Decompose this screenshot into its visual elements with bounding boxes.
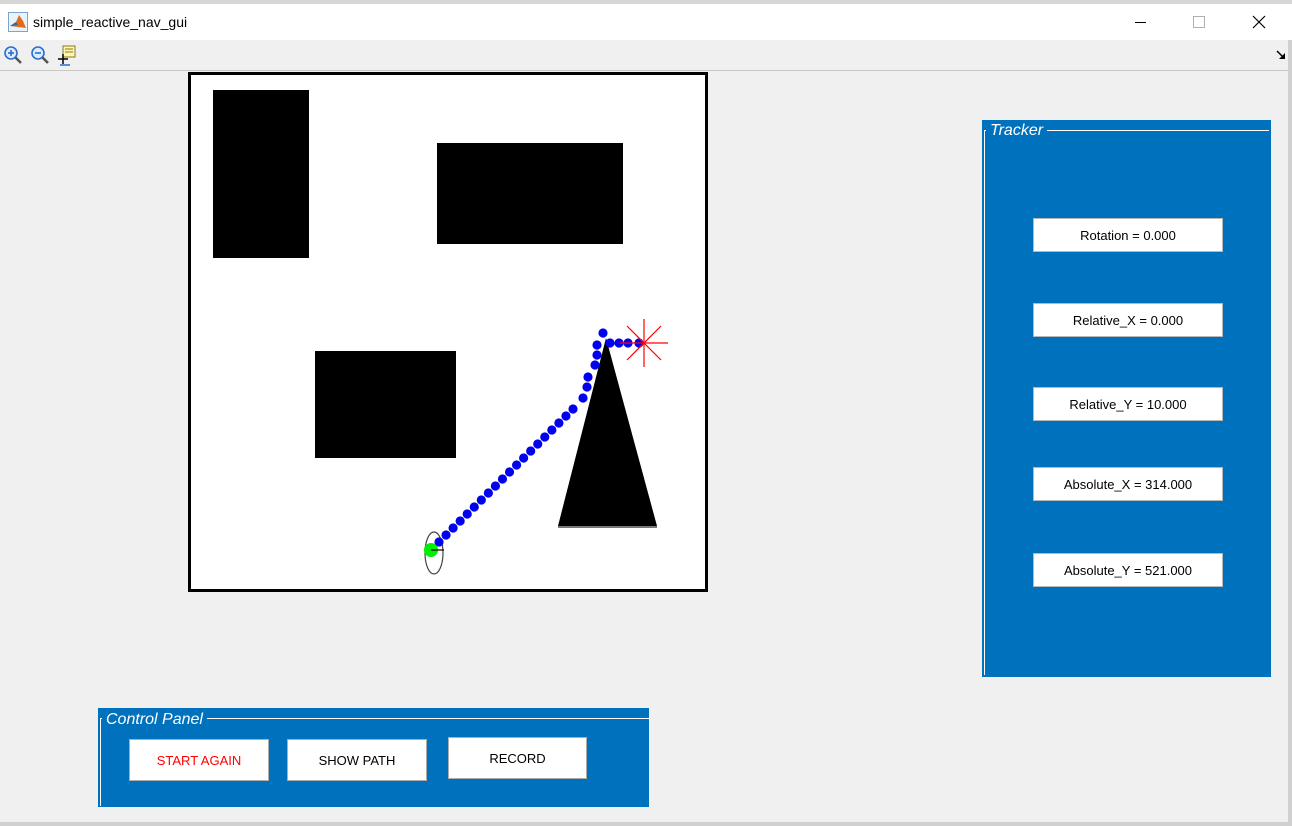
goal-marker	[620, 319, 668, 367]
dock-arrow-icon[interactable]	[1276, 50, 1286, 60]
close-button[interactable]	[1230, 4, 1288, 40]
start-again-button[interactable]: START AGAIN	[129, 739, 269, 781]
window-bottom-edge	[0, 822, 1292, 826]
close-icon	[1252, 15, 1266, 29]
path-point	[441, 530, 451, 540]
path-point	[561, 411, 571, 421]
path-point	[511, 460, 522, 470]
path-point	[598, 328, 608, 338]
path-point	[583, 372, 593, 382]
maximize-icon	[1193, 16, 1205, 28]
path-point	[582, 382, 592, 392]
window-right-edge	[1288, 40, 1292, 826]
path-point	[455, 516, 465, 526]
map-axes[interactable]	[188, 72, 708, 592]
show-path-button[interactable]: SHOW PATH	[287, 739, 427, 781]
matlab-app-icon	[8, 12, 28, 32]
window-title: simple_reactive_nav_gui	[33, 14, 188, 30]
path-point	[526, 446, 536, 456]
path-point	[578, 393, 588, 403]
zoom-in-icon[interactable]	[2, 44, 24, 66]
path-point	[590, 360, 600, 370]
path-point	[483, 488, 493, 498]
obstacle-rectangle-3	[315, 351, 456, 458]
figure-toolbar	[0, 40, 1292, 71]
path-point	[540, 432, 550, 442]
path-point	[476, 495, 486, 505]
obstacle-rectangle-1	[213, 90, 309, 258]
tracker-panel-title: Tracker	[986, 122, 1048, 140]
path-point	[497, 474, 508, 484]
path-point	[592, 340, 602, 350]
data-cursor-icon[interactable]	[56, 44, 78, 66]
path-point	[462, 509, 472, 519]
path-point	[519, 453, 529, 463]
title-bar: simple_reactive_nav_gui	[0, 4, 1292, 40]
maximize-button[interactable]	[1170, 4, 1228, 40]
rotation-readout: Rotation = 0.000	[1033, 218, 1223, 252]
path-point	[533, 439, 543, 449]
path-point	[448, 523, 458, 533]
zoom-out-icon[interactable]	[29, 44, 51, 66]
control-panel-title: Control Panel	[102, 711, 207, 729]
path-point	[469, 502, 479, 512]
record-button[interactable]: RECORD	[448, 737, 587, 779]
obstacle-rectangle-2	[437, 143, 623, 244]
obstacle-triangle	[558, 338, 657, 526]
minimize-icon	[1135, 22, 1146, 23]
map-canvas	[213, 90, 668, 575]
path-point	[605, 338, 615, 348]
path-point	[592, 350, 602, 360]
relative-y-readout: Relative_Y = 10.000	[1033, 387, 1223, 421]
relative-x-readout: Relative_X = 0.000	[1033, 303, 1223, 337]
path-point	[547, 425, 557, 435]
path-point	[568, 404, 578, 414]
path-point	[490, 481, 501, 491]
absolute-x-readout: Absolute_X = 314.000	[1033, 467, 1223, 501]
minimize-button[interactable]	[1112, 4, 1170, 40]
absolute-y-readout: Absolute_Y = 521.000	[1033, 553, 1223, 587]
path-point	[504, 467, 515, 477]
path-point	[554, 418, 564, 428]
